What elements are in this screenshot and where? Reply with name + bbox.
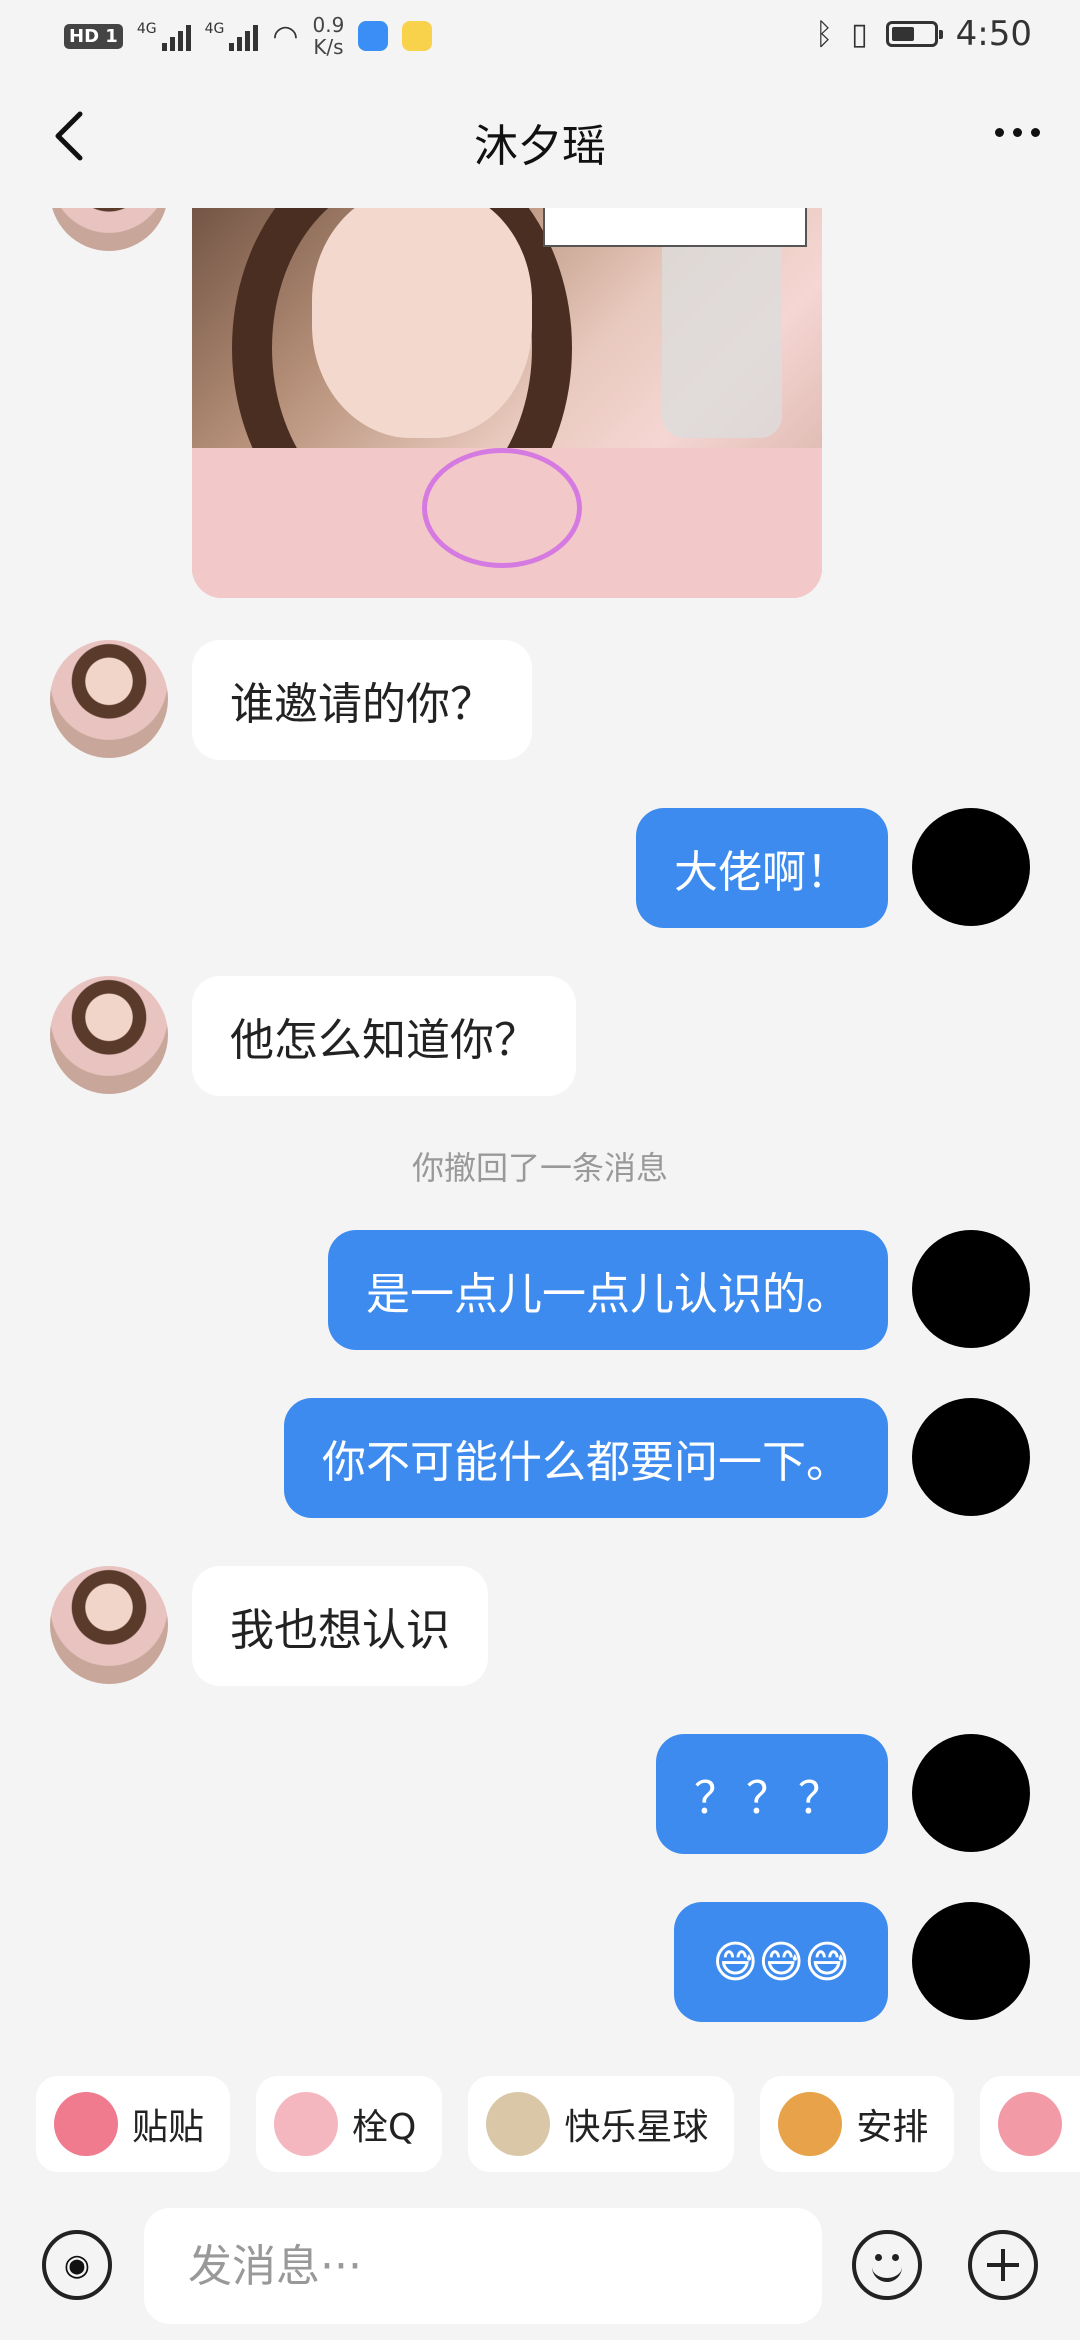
contact-avatar[interactable] <box>50 1566 168 1684</box>
clock: 4:50 <box>955 14 1032 54</box>
more-dot <box>1013 128 1022 137</box>
contact-avatar[interactable] <box>50 208 168 251</box>
composer-panel: 贴贴 栓Q 快乐星球 安排 ◉ <box>0 2038 1080 2340</box>
quick-reply-chip[interactable]: 贴贴 <box>36 2076 231 2172</box>
quick-reply-chip[interactable] <box>980 2076 1080 2172</box>
message-bubble-outgoing[interactable]: 😅😅😅 <box>674 1902 888 2022</box>
quick-reply-chip[interactable]: 安排 <box>760 2076 955 2172</box>
photo-face <box>312 208 532 438</box>
message-bubble-outgoing[interactable]: 你不可能什么都要问一下。 <box>284 1398 888 1518</box>
bluetooth-icon: ᛒ <box>815 16 834 52</box>
net-speed: 0.9 K/s <box>312 13 345 59</box>
quick-reply-bar[interactable]: 贴贴 栓Q 快乐星球 安排 <box>36 2076 1080 2172</box>
more-button[interactable] <box>995 128 1040 137</box>
sticker-icon <box>274 2092 339 2156</box>
contact-avatar[interactable] <box>50 640 168 758</box>
wifi-icon: ◠ <box>272 18 299 54</box>
hd-badge: HD 1 <box>64 23 123 49</box>
my-avatar[interactable] <box>912 1230 1030 1348</box>
recall-notice: 你撤回了一条消息 <box>411 1149 668 1187</box>
status-right: ᛒ ▯ 4:50 <box>815 14 1032 54</box>
my-avatar[interactable] <box>912 1734 1030 1852</box>
sticker-icon <box>54 2092 118 2156</box>
vibrate-icon: ▯ <box>851 16 868 52</box>
signal-icon-2: 4G <box>205 21 259 51</box>
message-bubble-outgoing[interactable]: 大佬啊！ <box>636 808 888 928</box>
quick-reply-chip[interactable]: 栓Q <box>256 2076 443 2172</box>
emoji-icon <box>872 2260 902 2282</box>
photo-screenshot-inset <box>543 208 807 247</box>
message-bubble-incoming[interactable]: 他怎么知道你？ <box>192 976 576 1096</box>
message-bubble-incoming[interactable]: 我也想认识 <box>192 1566 488 1686</box>
mascot-app-icon <box>402 21 433 51</box>
plus-button[interactable] <box>968 2230 1038 2300</box>
sticker-icon <box>778 2092 843 2156</box>
message-bubble-incoming[interactable]: 谁邀请的你？ <box>192 640 532 760</box>
page-title: 沐夕瑶 <box>474 121 606 172</box>
voice-button[interactable]: ◉ <box>42 2230 112 2300</box>
image-message[interactable] <box>192 208 822 598</box>
message-bubble-outgoing[interactable]: ？？？ <box>656 1734 888 1854</box>
battery-icon <box>885 21 943 47</box>
cloud-app-icon <box>358 21 389 51</box>
photo-phone <box>662 228 782 438</box>
battery-level <box>891 27 914 41</box>
my-avatar[interactable] <box>912 808 1030 926</box>
message-input[interactable] <box>144 2208 822 2324</box>
sticker-icon <box>486 2092 551 2156</box>
my-avatar[interactable] <box>912 1398 1030 1516</box>
emoji-button[interactable] <box>852 2230 922 2300</box>
message-bubble-outgoing[interactable]: 是一点儿一点儿认识的。 <box>328 1230 888 1350</box>
chat-header: 沐夕瑶 <box>0 78 1080 208</box>
photo-annotation-circle <box>422 448 582 568</box>
contact-avatar[interactable] <box>50 976 168 1094</box>
more-dot <box>1031 128 1040 137</box>
signal-icon: 4G <box>137 21 191 51</box>
quick-reply-chip[interactable]: 快乐星球 <box>468 2076 735 2172</box>
status-left: HD 1 4G 4G ◠ 0.9 K/s <box>64 13 433 59</box>
voice-icon: ◉ <box>63 2247 91 2283</box>
my-avatar[interactable] <box>912 1902 1030 2020</box>
status-bar: HD 1 4G 4G ◠ 0.9 K/s ᛒ ▯ 4:50 <box>0 0 1080 78</box>
sticker-icon <box>998 2092 1063 2156</box>
input-bar: ◉ <box>0 2200 1080 2330</box>
message-list[interactable]: 谁邀请的你？ 大佬啊！ 他怎么知道你？ 你撤回了一条消息 是一点儿一点儿认识的。… <box>0 208 1080 2038</box>
more-dot <box>995 128 1004 137</box>
